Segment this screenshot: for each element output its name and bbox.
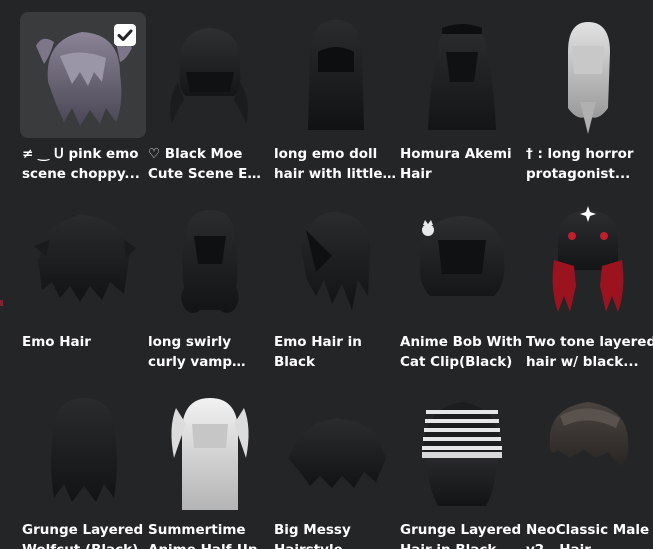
- item-thumbnail[interactable]: [146, 12, 272, 138]
- hair-item[interactable]: † : long horror protagonist...: [524, 12, 650, 184]
- hair-thumbnail-icon: [51, 398, 117, 502]
- hair-item[interactable]: Homura Akemi Hair: [398, 12, 524, 184]
- hair-item[interactable]: ♡ Black Moe Cute Scene Emo Long...: [146, 12, 272, 184]
- hair-thumbnail-icon: [422, 402, 502, 506]
- item-name[interactable]: NeoClassic Male v2 - Hair: [524, 520, 653, 549]
- checkmark-icon[interactable]: [114, 24, 136, 46]
- item-thumbnail[interactable]: [146, 388, 272, 514]
- item-name[interactable]: † : long horror protagonist...: [524, 144, 653, 184]
- item-name[interactable]: long swirly curly vamp haircut...: [146, 332, 272, 372]
- hair-item[interactable]: Two tone layered hair w/ black...: [524, 200, 653, 372]
- hair-item[interactable]: Emo Hair in Black: [272, 200, 398, 372]
- hair-item[interactable]: Anime Bob With Cat Clip(Black): [398, 200, 524, 372]
- item-thumbnail[interactable]: [398, 12, 524, 138]
- hair-thumbnail-icon: [170, 28, 248, 124]
- item-name[interactable]: Emo Hair in Black: [272, 332, 398, 372]
- hair-thumbnail-icon: [552, 206, 624, 312]
- item-name[interactable]: long emo doll hair with little tie in...: [272, 144, 398, 184]
- hair-item[interactable]: Grunge Layered Hair in Black: [398, 388, 524, 549]
- item-name[interactable]: Emo Hair: [20, 332, 146, 352]
- item-name[interactable]: Homura Akemi Hair: [398, 144, 524, 184]
- item-thumbnail[interactable]: [272, 388, 398, 514]
- item-thumbnail[interactable]: [272, 12, 398, 138]
- hair-thumbnail-icon: [34, 214, 136, 302]
- hair-thumbnail-icon: [302, 212, 370, 310]
- hair-thumbnail-icon: [308, 20, 364, 130]
- item-thumbnail[interactable]: [398, 200, 524, 326]
- hair-item[interactable]: Summertime Anime Half-Up: [146, 388, 272, 549]
- hair-item[interactable]: NeoClassic Male v2 - Hair: [524, 388, 650, 549]
- item-name[interactable]: Grunge Layered Hair in Black: [398, 520, 524, 549]
- item-name[interactable]: Summertime Anime Half-Up: [146, 520, 272, 549]
- item-name[interactable]: Anime Bob With Cat Clip(Black): [398, 332, 524, 372]
- hair-thumbnail-icon: [549, 402, 629, 466]
- hair-thumbnail-icon: [181, 210, 239, 313]
- hair-item[interactable]: Emo Hair: [20, 200, 146, 352]
- item-thumbnail[interactable]: [524, 12, 650, 138]
- item-thumbnail[interactable]: [524, 388, 650, 514]
- item-name[interactable]: ≠ ‿ 𝖴 pink emo scene choppy...: [20, 144, 146, 184]
- hair-thumbnail-icon: [419, 216, 505, 296]
- item-thumbnail[interactable]: [20, 200, 146, 326]
- edge-indicator: [0, 300, 3, 306]
- item-name[interactable]: Two tone layered hair w/ black...: [524, 332, 653, 372]
- hair-thumbnail-icon: [568, 22, 610, 134]
- inventory-grid: ≠ ‿ 𝖴 pink emo scene choppy... ♡ Black Mo…: [0, 0, 653, 549]
- hair-thumbnail-icon: [171, 398, 249, 510]
- hair-item[interactable]: Grunge Layered Wolfcut (Black): [20, 388, 146, 549]
- hair-thumbnail-icon: [428, 24, 496, 130]
- item-name[interactable]: Big Messy Hairstyle (Black): [272, 520, 398, 549]
- item-thumbnail[interactable]: [398, 388, 524, 514]
- hair-item[interactable]: long swirly curly vamp haircut...: [146, 200, 272, 372]
- hair-thumbnail-icon: [288, 418, 386, 488]
- item-name[interactable]: ♡ Black Moe Cute Scene Emo Long...: [146, 144, 272, 184]
- item-thumbnail[interactable]: [524, 200, 650, 326]
- item-thumbnail[interactable]: [146, 200, 272, 326]
- hair-item[interactable]: long emo doll hair with little tie in...: [272, 12, 398, 184]
- hair-item[interactable]: Big Messy Hairstyle (Black): [272, 388, 398, 549]
- item-thumbnail[interactable]: [20, 388, 146, 514]
- hair-item[interactable]: ≠ ‿ 𝖴 pink emo scene choppy...: [20, 12, 146, 184]
- item-thumbnail[interactable]: [272, 200, 398, 326]
- item-name[interactable]: Grunge Layered Wolfcut (Black): [20, 520, 146, 549]
- item-thumbnail[interactable]: [20, 12, 146, 138]
